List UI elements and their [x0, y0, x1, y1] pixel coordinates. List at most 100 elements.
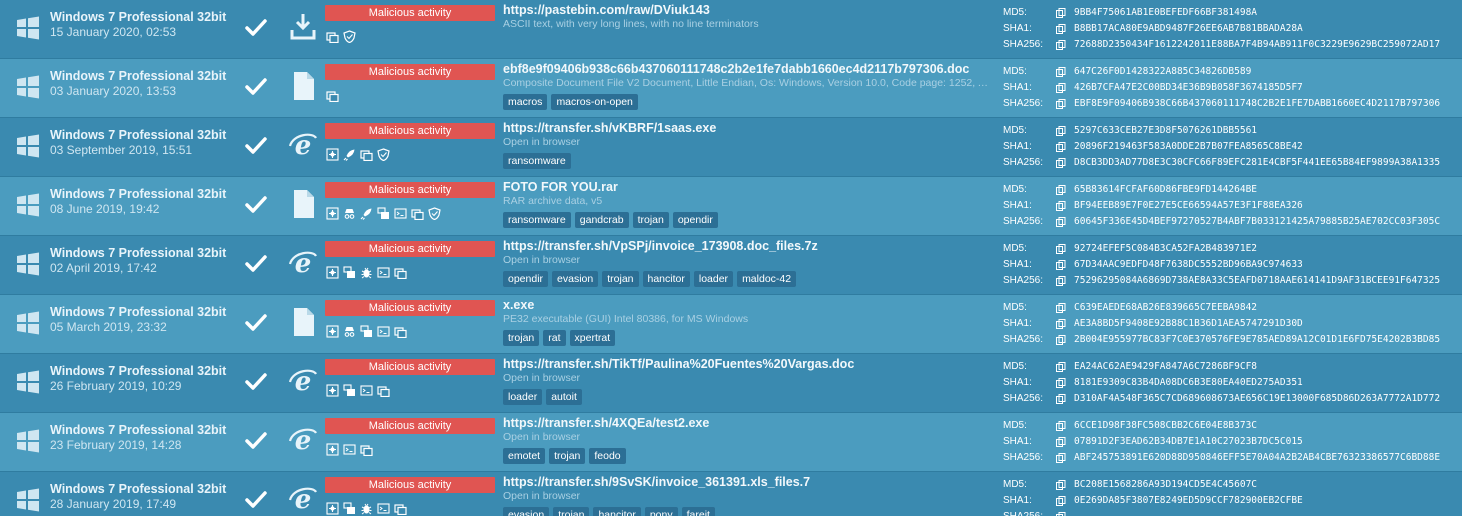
sha256-value: 60645F336E45D4BEF97270527B4ABF7B03312142…: [1074, 216, 1441, 227]
tag[interactable]: macros-on-open: [551, 94, 638, 110]
tag-list: ransomware: [503, 153, 571, 169]
hash-list: MD5: 65B83614FCFAF60D86FBE9FD144264BE SH…: [1003, 182, 1462, 230]
copy-sha256-icon[interactable]: [1056, 99, 1066, 109]
os-name: Windows 7 Professional 32bit: [50, 246, 227, 260]
copy-sha256-icon[interactable]: [1056, 335, 1066, 345]
md5-row: MD5: 5297C633CEB27E3D8F5076261DBB5561: [1003, 123, 1462, 139]
sha256-row: SHA256: 2B004E955977BC83F7C0E370576FE9E7…: [1003, 332, 1462, 348]
copy-md5-icon[interactable]: [1056, 421, 1066, 431]
tag[interactable]: ransomware: [503, 212, 571, 228]
task-row[interactable]: Windows 7 Professional 32bit 23 February…: [0, 413, 1462, 472]
copy-sha256-icon[interactable]: [1056, 276, 1066, 286]
md5-label: MD5:: [1003, 420, 1027, 431]
task-row[interactable]: Windows 7 Professional 32bit 26 February…: [0, 354, 1462, 413]
tag[interactable]: fareit: [681, 507, 715, 516]
sha1-label: SHA1:: [1003, 23, 1032, 34]
tag[interactable]: hancitor: [642, 271, 690, 287]
tag[interactable]: hancitor: [593, 507, 641, 516]
task-name-link[interactable]: https://transfer.sh/vKBRF/1saas.exe: [503, 121, 716, 135]
task-name-link[interactable]: x.exe: [503, 298, 534, 312]
tag[interactable]: opendir: [503, 271, 549, 287]
check-icon: [245, 196, 267, 213]
windows-logo-icon: [17, 429, 39, 453]
terminal-icon: [394, 208, 407, 219]
task-name-link[interactable]: https://transfer.sh/VpSPj/invoice_173908…: [503, 239, 818, 253]
task-row[interactable]: Windows 7 Professional 32bit 05 March 20…: [0, 295, 1462, 354]
tag[interactable]: feodo: [589, 448, 626, 464]
tag[interactable]: emotet: [503, 448, 546, 464]
tag[interactable]: trojan: [632, 212, 669, 228]
tag[interactable]: trojan: [503, 330, 540, 346]
sha1-label: SHA1:: [1003, 377, 1032, 388]
task-name-link[interactable]: https://transfer.sh/TikTf/Paulina%20Fuen…: [503, 357, 854, 371]
tag[interactable]: evasion: [503, 507, 550, 516]
task-name-link[interactable]: FOTO FOR YOU.rar: [503, 180, 618, 194]
copy-md5-icon[interactable]: [1056, 362, 1066, 372]
copy-md5-icon[interactable]: [1056, 126, 1066, 136]
task-row[interactable]: Windows 7 Professional 32bit 08 June 201…: [0, 177, 1462, 236]
copy-md5-icon[interactable]: [1056, 67, 1066, 77]
sha1-label: SHA1:: [1003, 318, 1032, 329]
copy-sha256-icon[interactable]: [1056, 158, 1066, 168]
tag[interactable]: ransomware: [503, 153, 571, 169]
tag[interactable]: pony: [644, 507, 678, 516]
task-date: 26 February 2019, 10:29: [50, 379, 182, 393]
task-row[interactable]: Windows 7 Professional 32bit 03 January …: [0, 59, 1462, 118]
copy-md5-icon[interactable]: [1056, 480, 1066, 490]
task-name-link[interactable]: https://transfer.sh/9SvSK/invoice_361391…: [503, 475, 810, 489]
copy-sha1-icon[interactable]: [1056, 496, 1066, 506]
tag[interactable]: trojan: [602, 271, 639, 287]
md5-row: MD5: 9BB4F75061AB1E0BEFEDF66BF381498A: [1003, 5, 1462, 21]
copy-md5-icon[interactable]: [1056, 244, 1066, 254]
copy-sha256-icon[interactable]: [1056, 512, 1066, 516]
task-name-link[interactable]: ebf8e9f09406b938c66b437060111748c2b2e1fe…: [503, 62, 969, 76]
verdict-badge: Malicious activity: [325, 64, 495, 80]
task-name-link[interactable]: https://pastebin.com/raw/DViuk143: [503, 3, 710, 17]
tag[interactable]: gandcrab: [574, 212, 629, 228]
sha256-label: SHA256:: [1003, 275, 1044, 286]
copy-sha1-icon[interactable]: [1056, 260, 1066, 270]
copy-sha1-icon[interactable]: [1056, 319, 1066, 329]
tag[interactable]: macros: [503, 94, 548, 110]
copy-md5-icon[interactable]: [1056, 8, 1066, 18]
tag[interactable]: trojan: [553, 507, 590, 516]
task-row[interactable]: Windows 7 Professional 32bit 15 January …: [0, 0, 1462, 59]
copy-sha256-icon[interactable]: [1056, 394, 1066, 404]
md5-label: MD5:: [1003, 479, 1027, 490]
copy-sha1-icon[interactable]: [1056, 201, 1066, 211]
copy-sha1-icon[interactable]: [1056, 437, 1066, 447]
copy-sha256-icon[interactable]: [1056, 40, 1066, 50]
sha256-value: 72688D2350434F1612242011E88BA7F4B94AB911…: [1074, 39, 1441, 50]
tag[interactable]: evasion: [552, 271, 599, 287]
sha1-row: SHA1: BF94EEB89E7F0E27E5CE66594A57E3F1F8…: [1003, 198, 1462, 214]
sha1-value: 07891D2F3EAD62B34DB7E1A10C27023B7DC5C015: [1074, 436, 1303, 447]
copy-sha1-icon[interactable]: [1056, 378, 1066, 388]
copy-md5-icon[interactable]: [1056, 185, 1066, 195]
copy-sha1-icon[interactable]: [1056, 142, 1066, 152]
sha1-label: SHA1:: [1003, 436, 1032, 447]
window-icon: [377, 386, 390, 397]
copy-sha256-icon[interactable]: [1056, 453, 1066, 463]
tag[interactable]: opendir: [672, 212, 718, 228]
os-name: Windows 7 Professional 32bit: [50, 482, 227, 496]
tag[interactable]: rat: [543, 330, 566, 346]
tag[interactable]: autoit: [546, 389, 582, 405]
copy-sha1-icon[interactable]: [1056, 83, 1066, 93]
tag[interactable]: loader: [503, 389, 543, 405]
tag-list: trojan rat xpertrat: [503, 330, 616, 346]
tag[interactable]: loader: [693, 271, 734, 287]
copy-md5-icon[interactable]: [1056, 303, 1066, 313]
task-date: 15 January 2020, 02:53: [50, 25, 177, 39]
task-row[interactable]: Windows 7 Professional 32bit 02 April 20…: [0, 236, 1462, 295]
task-row[interactable]: Windows 7 Professional 32bit 28 January …: [0, 472, 1462, 516]
tag[interactable]: trojan: [549, 448, 586, 464]
copy-sha256-icon[interactable]: [1056, 217, 1066, 227]
rocket-icon: [360, 208, 372, 220]
indicator-icons: [326, 207, 441, 221]
task-name-link[interactable]: https://transfer.sh/4XQEa/test2.exe: [503, 416, 709, 430]
task-row[interactable]: Windows 7 Professional 32bit 03 Septembe…: [0, 118, 1462, 177]
tag[interactable]: maldoc-42: [737, 271, 797, 287]
tag[interactable]: xpertrat: [569, 330, 616, 346]
copy-sha1-icon[interactable]: [1056, 24, 1066, 34]
sha256-value: 75296295084A6869D738AE8A33C5EAFD0718AAE6…: [1074, 275, 1441, 286]
